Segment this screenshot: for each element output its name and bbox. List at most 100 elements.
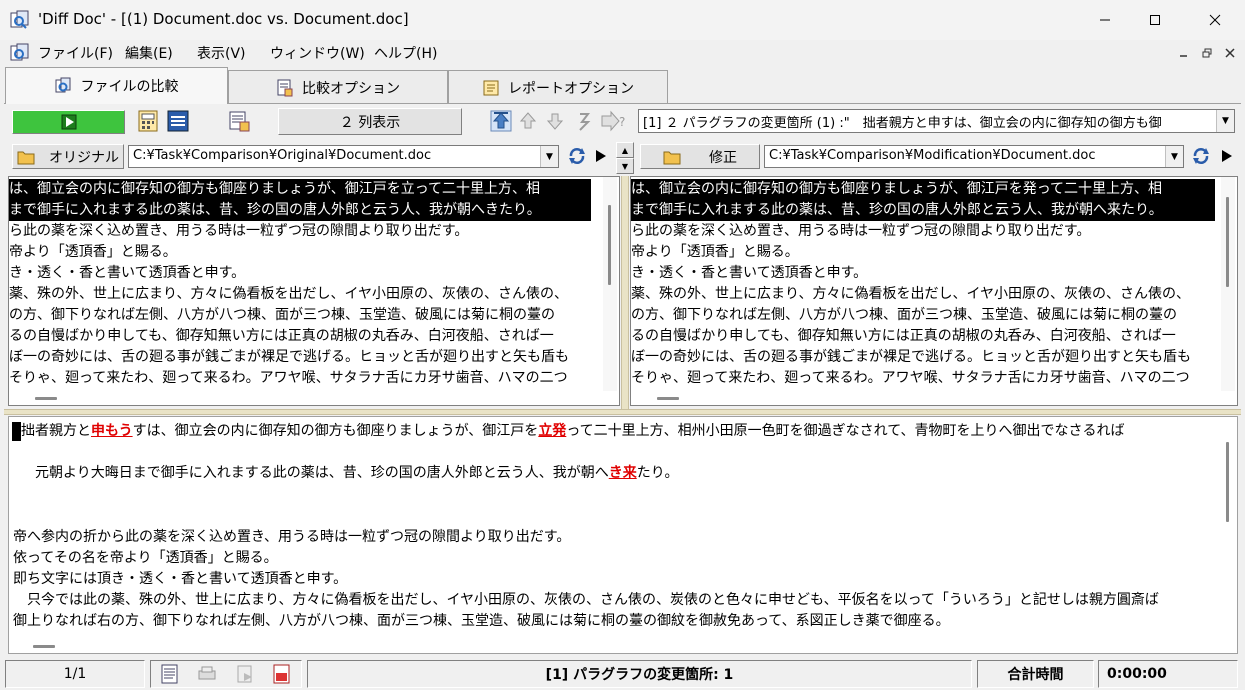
maximize-button[interactable] — [1130, 0, 1180, 40]
jump-change-icon[interactable] — [573, 110, 595, 132]
play-arrow-icon[interactable] — [594, 148, 608, 164]
detail-line-changed: 元朝より大晦日まで御手に入れまする此の薬は、昔、珍の国の唐人外郎と云う人、我が朝… — [21, 463, 678, 484]
detail-line: 帝へ参内の折から此の薬を深く込め置き、用うる時は一粒ずつ冠の隙間より取り出だす。 — [13, 529, 571, 545]
modified-line: そりゃ、廻って来たわ、廻って来るわ。アワヤ喉、サタラナ舌にカ牙サ歯音、ハマの二つ — [631, 370, 1190, 386]
next-change-icon[interactable] — [544, 110, 566, 132]
modified-line: ら此の薬を深く込め置き、用うる時は一粒ずつ冠の隙間より取り出だす。 — [631, 223, 1091, 239]
scroll-thumb[interactable] — [1226, 197, 1229, 287]
compare-run-button[interactable] — [12, 110, 125, 134]
original-file-button[interactable]: オリジナル — [12, 144, 124, 169]
sync-up-button[interactable]: ▲ — [616, 142, 634, 158]
folder-icon — [17, 151, 35, 164]
dropdown-arrow-icon[interactable]: ▼ — [1216, 110, 1234, 132]
dropdown-arrow-icon[interactable]: ▼ — [1165, 146, 1183, 167]
change-location-select[interactable]: [1] ２ パラグラフの変更箇所 (1) :" 拙者親方と申すは、御立会の内に御… — [638, 109, 1235, 133]
modified-path-select[interactable]: C:¥Task¥Comparison¥Modification¥Document… — [764, 145, 1184, 168]
print-icon[interactable] — [196, 663, 218, 685]
report-icon — [483, 80, 499, 95]
refresh-original-icon[interactable] — [566, 145, 588, 167]
detail-horizontal-scroll-thumb[interactable] — [33, 645, 55, 648]
mdi-minimize-button[interactable] — [1175, 44, 1193, 62]
menu-window[interactable]: ウィンドウ(W) — [270, 43, 365, 63]
pdf-icon[interactable] — [271, 663, 293, 685]
diff-doc-app-icon — [10, 10, 29, 29]
mdi-restore-button[interactable] — [1198, 44, 1216, 62]
detail-vertical-scrollbar[interactable] — [1221, 417, 1235, 639]
detail-line: 即ち文字には頂き・透く・香と書いて透頂香と申す。 — [13, 571, 348, 587]
modified-vertical-scrollbar[interactable] — [1221, 177, 1235, 391]
first-change-icon[interactable] — [490, 110, 512, 132]
modified-line: 帝より「透頂香」と賜る。 — [631, 244, 799, 260]
original-line: そりゃ、廻って来たわ、廻って来るわ。アワヤ喉、サタラナ舌にカ牙サ歯音、ハマの二つ — [9, 370, 568, 386]
layout-settings-icon[interactable] — [228, 110, 250, 132]
change-count-status: [1] パラグラフの変更箇所: 1 — [307, 660, 972, 688]
vertical-splitter[interactable] — [621, 176, 629, 412]
menu-view[interactable]: 表示(V) — [197, 43, 246, 63]
scroll-thumb[interactable] — [608, 205, 611, 285]
original-vertical-scrollbar[interactable] — [603, 177, 617, 391]
menu-edit[interactable]: 編集(E) — [125, 43, 173, 63]
maximize-icon — [1150, 15, 1160, 25]
change-detail-pane[interactable]: 拙者親方と申もうすは、御立会の内に御存知の御方も御座りましょうが、御江戸を立発っ… — [8, 416, 1238, 654]
close-icon — [1225, 48, 1235, 58]
original-label: オリジナル — [49, 149, 119, 166]
original-line: 薬、殊の外、世上に広まり、方々に偽看板を出だし、イヤ小田原の、灰俵の、さん俵の、 — [9, 286, 569, 302]
detail-line: 御上りなれば右の方、御下りなれば左側、八方が八つ棟、面が三つ棟、玉堂造、破風には… — [13, 613, 950, 629]
tab-label: レポートオプション — [508, 80, 634, 97]
original-line: は、御立会の内に御存知の御方も御座りましょうが、御江戸を立って二十里上方、相 — [9, 179, 591, 200]
tab-compare-options[interactable]: 比較オプション — [228, 70, 448, 104]
magnifier-documents-icon — [55, 77, 70, 93]
modified-horizontal-scroll-thumb[interactable] — [657, 397, 679, 400]
previous-change-icon[interactable] — [517, 110, 539, 132]
refresh-modified-icon[interactable] — [1190, 145, 1212, 167]
original-line: 帝より「透頂香」と賜る。 — [9, 244, 177, 260]
modified-line: は、御立会の内に御存知の御方も御座りましょうが、御江戸を発って二十里上方、相 — [631, 179, 1215, 200]
close-button[interactable] — [1190, 0, 1240, 40]
tab-report-options[interactable]: レポートオプション — [448, 70, 668, 104]
text-cursor — [12, 422, 21, 441]
menu-help[interactable]: ヘルプ(H) — [374, 43, 437, 63]
modified-label: 修正 — [709, 149, 737, 166]
original-path-select[interactable]: C:¥Task¥Comparison¥Original¥Document.doc… — [128, 145, 559, 168]
total-time-label: 合計時間 — [977, 660, 1094, 688]
minimize-button[interactable] — [1080, 0, 1130, 40]
original-line: ぼ一の奇妙には、舌の廻る事が銭ごまが裸足で逃げる。ヒョッと舌が廻り出すと矢も盾も — [9, 349, 569, 365]
columns-swap-icon[interactable] — [167, 110, 189, 132]
original-line: ら此の薬を深く込め置き、用うる時は一粒ずつ冠の隙間より取り出だす。 — [9, 223, 469, 239]
play-arrow-icon[interactable] — [1220, 148, 1234, 164]
options-document-icon — [277, 79, 293, 96]
mdi-close-button[interactable] — [1221, 44, 1239, 62]
calculator-icon[interactable] — [137, 110, 159, 132]
export-icon[interactable] — [234, 663, 256, 685]
restore-icon — [1202, 48, 1212, 58]
two-column-view-button[interactable]: ２ 列表示 — [278, 108, 462, 135]
dropdown-arrow-icon[interactable]: ▼ — [540, 146, 558, 167]
sync-down-button[interactable]: ▼ — [616, 158, 634, 174]
detail-text: 拙者親方と — [21, 423, 91, 439]
change-location-value: [1] ２ パラグラフの変更箇所 (1) :" 拙者親方と申すは、御立会の内に御… — [643, 116, 1162, 131]
page-indicator: 1/1 — [5, 660, 145, 688]
modified-line: の方、御下りなれば左側、八方が八つ棟、面が三つ棟、玉堂造、破風には菊に桐の薹の — [631, 307, 1177, 323]
modified-file-button[interactable]: 修正 — [640, 144, 760, 169]
changed-text: 申もう — [91, 423, 133, 439]
scroll-thumb[interactable] — [1226, 442, 1229, 522]
goto-change-icon[interactable]: ? — [599, 110, 629, 132]
original-horizontal-scroll-thumb[interactable] — [35, 397, 57, 400]
play-icon — [61, 114, 76, 130]
folder-icon — [663, 151, 681, 164]
modified-document-pane[interactable]: は、御立会の内に御存知の御方も御座りましょうが、御江戸を発って二十里上方、相 ま… — [630, 176, 1238, 406]
detail-text: すは、御立会の内に御存知の御方も御座りましょうが、御江戸を — [132, 423, 539, 439]
changed-text: 立発 — [538, 423, 567, 439]
document-view-icon[interactable] — [159, 663, 181, 685]
menu-file[interactable]: ファイル(F) — [38, 43, 113, 63]
modified-line: き・透く・香と書いて透頂香と申す。 — [631, 265, 868, 281]
original-document-pane[interactable]: は、御立会の内に御存知の御方も御座りましょうが、御江戸を立って二十里上方、相 ま… — [8, 176, 620, 406]
document-menu-icon[interactable] — [10, 43, 30, 63]
tab-label: ファイルの比較 — [80, 79, 179, 95]
detail-line: 只今では此の薬、殊の外、世上に広まり、方々に偽看板を出だし、イヤ小田原の、灰俵の… — [13, 592, 1159, 608]
tab-file-compare[interactable]: ファイルの比較 — [5, 67, 228, 104]
original-line: るの自慢ばかり申しても、御存知無い方には正真の胡椒の丸呑み、白河夜船、されば一 — [9, 328, 554, 344]
close-icon — [1209, 14, 1221, 26]
horizontal-splitter[interactable] — [4, 409, 1241, 415]
title-bar: 'Diff Doc' - [(1) Document.doc vs. Docum… — [0, 0, 1245, 40]
